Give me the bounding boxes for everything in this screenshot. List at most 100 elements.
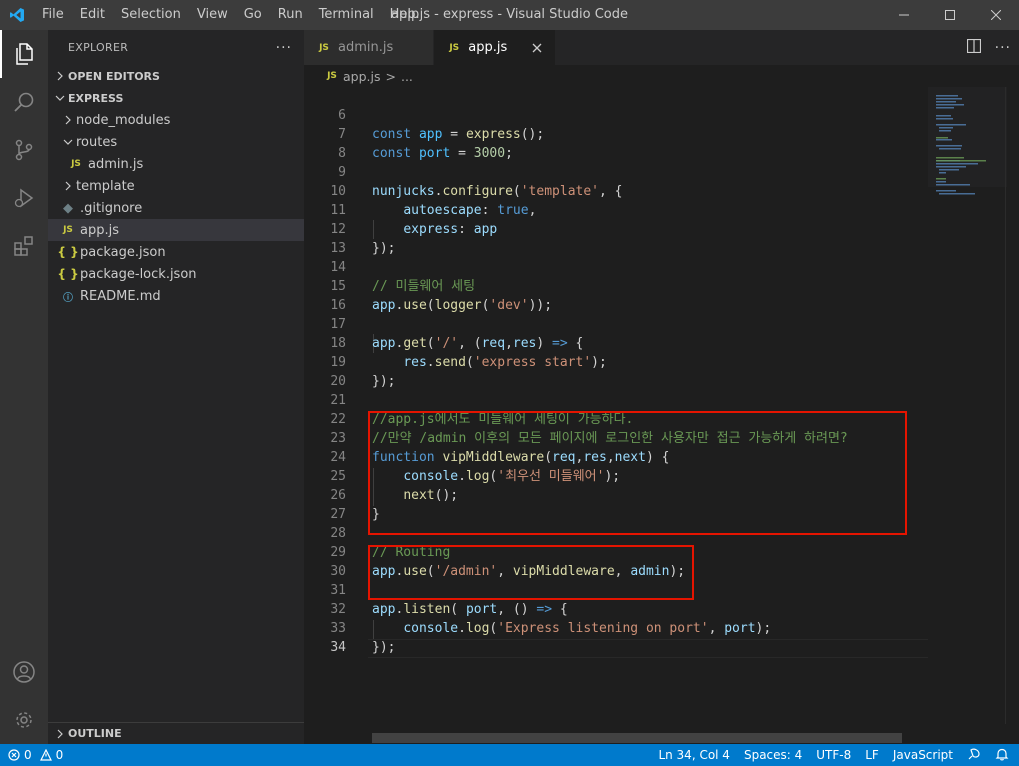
vertical-scrollbar[interactable] [1005,87,1019,724]
json-file-icon: { } [57,267,79,281]
search-icon [14,92,34,112]
explorer-activity-button[interactable] [0,30,48,78]
close-tab-button[interactable] [529,43,545,53]
menu-view[interactable]: View [189,0,236,30]
line-number: 29 [330,545,346,560]
tree-folder[interactable]: node_modules [48,109,304,131]
encoding[interactable]: UTF-8 [816,748,851,762]
project-section[interactable]: EXPRESS [48,87,304,109]
menu-edit[interactable]: Edit [72,0,113,30]
code-token: , ( [458,336,482,351]
more-editor-actions-button[interactable]: ··· [995,40,1011,56]
tab-admin-js[interactable]: JS admin.js [304,30,435,65]
tree-file[interactable]: JS app.js [48,219,304,241]
tree-item-label: package-lock.json [80,266,197,282]
js-file-icon: JS [319,42,329,53]
code-token: listen [403,602,451,617]
tab-bar: JS admin.js JS app.js ··· [304,30,1019,65]
code-token: . [458,621,466,636]
breadcrumb-file[interactable]: app.js [343,69,381,84]
code-token: true [497,203,529,218]
code-token: res [512,336,537,351]
end-of-line[interactable]: LF [865,748,879,762]
menu-run[interactable]: Run [270,0,311,30]
cursor-position[interactable]: Ln 34, Col 4 [658,748,730,762]
horizontal-scrollbar[interactable] [372,733,902,743]
line-number: 13 [330,241,346,256]
code-token: log [465,621,490,636]
js-file-icon: JS [449,42,460,53]
maximize-button[interactable] [927,0,973,30]
code-token: { [552,602,568,617]
breadcrumb-symbol[interactable]: ... [401,69,413,84]
open-editors-section[interactable]: OPEN EDITORS [48,65,304,87]
search-activity-button[interactable] [0,78,48,126]
line-source: express: app [372,220,497,239]
code-line: 17 [304,315,1019,334]
tree-file[interactable]: { } package-lock.json [48,263,304,285]
code-token: express [465,127,521,142]
menu-terminal[interactable]: Terminal [311,0,382,30]
tree-folder[interactable]: routes [48,131,304,153]
editor-actions: ··· [966,30,1011,65]
line-number: 23 [330,431,346,446]
feedback-button[interactable] [967,747,981,764]
git-file-icon: ◆ [63,200,73,216]
notifications-button[interactable] [995,747,1009,764]
status-right: Ln 34, Col 4 Spaces: 4 UTF-8 LF JavaScri… [658,747,1019,764]
line-number: 18 [330,336,346,351]
split-editor-button[interactable] [966,38,981,57]
close-window-button[interactable] [973,0,1019,30]
minimap[interactable] [928,87,1007,724]
code-line: 15 // 미들웨어 세팅 [304,277,1019,296]
menu-selection[interactable]: Selection [113,0,189,30]
code-token: port [465,602,498,617]
manage-activity-button[interactable] [0,696,48,744]
code-token: }); [372,241,396,256]
tree-file[interactable]: ◆ .gitignore [48,197,304,219]
code-token: = [450,146,474,161]
code-line: 12 express: app [304,220,1019,239]
code-token: ); [755,621,772,636]
code-line: 10 nunjucks.configure('template', { [304,182,1019,201]
menu-help[interactable]: Help [382,0,428,30]
tree-file[interactable]: JS admin.js [48,153,304,175]
code-token: req [481,336,506,351]
extensions-activity-button[interactable] [0,222,48,270]
menu-file[interactable]: File [34,0,72,30]
more-actions-button[interactable]: ··· [276,40,292,56]
language-mode[interactable]: JavaScript [893,748,953,762]
code-token: send [434,355,466,370]
window-controls [881,0,1019,30]
minimize-icon [899,14,909,16]
menu-go[interactable]: Go [236,0,270,30]
minimize-button[interactable] [881,0,927,30]
run-debug-activity-button[interactable] [0,174,48,222]
outline-section[interactable]: OUTLINE [48,722,304,744]
chevron-down-icon [60,137,76,147]
code-editor[interactable]: 6 7 const app = express(); 8 const port = 30… [304,106,1019,744]
tree-folder[interactable]: template [48,175,304,197]
code-token: = [442,127,466,142]
tab-label: admin.js [338,40,394,55]
indentation[interactable]: Spaces: 4 [744,748,802,762]
tab-app-js[interactable]: JS app.js [434,30,557,65]
code-token: => [536,602,553,617]
code-token: configure [442,184,513,199]
source-control-activity-button[interactable] [0,126,48,174]
files-icon [16,43,33,65]
accounts-activity-button[interactable] [0,648,48,696]
code-token: use [403,298,427,313]
tab-label: app.js [468,40,508,55]
debug-icon [14,188,34,208]
line-number: 32 [330,602,346,617]
tree-file[interactable]: ⓘ README.md [48,285,304,307]
code-token: ; [505,146,513,161]
tree-item-label: routes [76,134,118,150]
tree-file[interactable]: { } package.json [48,241,304,263]
tree-item-label: app.js [80,222,119,238]
line-source: nunjucks.configure('template', { [372,182,623,201]
line-source: app.use(logger('dev')); [372,296,552,315]
problems-indicator[interactable]: 0 0 [0,748,63,762]
activity-bar [0,30,48,744]
